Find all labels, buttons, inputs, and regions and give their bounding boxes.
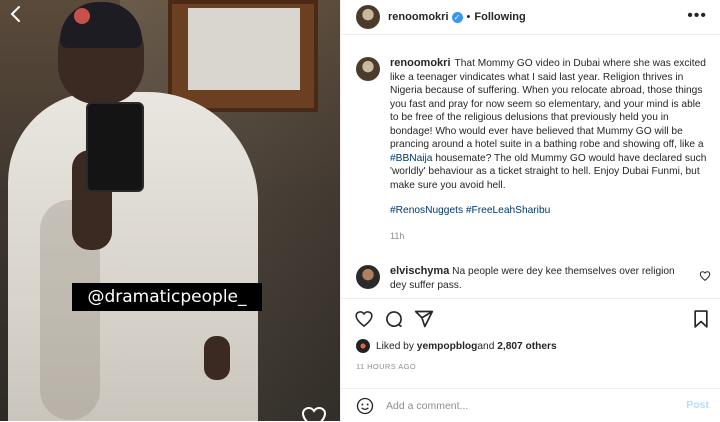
caption-time[interactable]: 11h bbox=[390, 230, 708, 244]
wall-picture-frame bbox=[168, 0, 318, 112]
caption-hashtag-link[interactable]: #BBNaija bbox=[390, 153, 432, 164]
chevron-left-icon[interactable] bbox=[6, 4, 26, 24]
person-hand bbox=[204, 336, 230, 380]
heart-icon[interactable] bbox=[354, 309, 374, 329]
header-username[interactable]: renoomokri bbox=[388, 11, 449, 23]
avatar[interactable] bbox=[356, 57, 380, 81]
heart-outline-icon[interactable] bbox=[300, 404, 328, 421]
comment-body: elvischyma Na people were dey kee themse… bbox=[390, 265, 690, 292]
comment-icon[interactable] bbox=[384, 309, 404, 329]
caption-body: renoomokri That Mommy GO video in Dubai w… bbox=[390, 57, 708, 243]
add-comment-bar: Post bbox=[341, 388, 720, 422]
comments-area: renoomokri That Mommy GO video in Dubai w… bbox=[341, 35, 720, 297]
post-comment-button[interactable]: Post bbox=[686, 399, 709, 411]
comment-like-heart-icon[interactable] bbox=[699, 269, 711, 281]
mobile-phone bbox=[86, 102, 144, 192]
post-timestamp[interactable]: 11 HOURS AGO bbox=[356, 362, 416, 371]
avatar[interactable] bbox=[356, 265, 380, 289]
beanie-logo bbox=[74, 8, 90, 24]
likes-prefix: Liked by bbox=[376, 340, 414, 352]
header-separator: • bbox=[466, 11, 471, 23]
comment-input[interactable] bbox=[384, 398, 678, 413]
caption: renoomokri That Mommy GO video in Dubai w… bbox=[356, 57, 711, 243]
likes-middle: and bbox=[477, 340, 495, 352]
likes-others-link[interactable]: 2,807 others bbox=[497, 341, 556, 352]
bookmark-icon[interactable] bbox=[691, 309, 711, 329]
more-horizontal-icon[interactable]: ••• bbox=[687, 8, 707, 24]
following-button[interactable]: Following bbox=[474, 11, 525, 23]
post-header: renoomokri ✓ • Following ••• bbox=[341, 0, 720, 35]
likes-user-link[interactable]: yempopblog bbox=[417, 341, 478, 352]
verified-badge-icon: ✓ bbox=[451, 11, 463, 23]
post-details-panel: renoomokri ✓ • Following ••• renoomokri T… bbox=[340, 0, 720, 421]
comment-username[interactable]: elvischyma bbox=[390, 265, 449, 277]
avatar[interactable] bbox=[356, 5, 380, 29]
caption-username[interactable]: renoomokri bbox=[390, 57, 451, 69]
watermark-label: @dramaticpeople_ bbox=[72, 283, 262, 311]
instagram-post: @dramaticpeople_ renoomokri ✓ • Followin… bbox=[0, 0, 720, 421]
comment-item: elvischyma Na people were dey kee themse… bbox=[356, 265, 711, 292]
caption-text: That Mommy GO video in Dubai where she w… bbox=[390, 58, 706, 150]
action-bar bbox=[341, 298, 720, 335]
post-media[interactable]: @dramaticpeople_ bbox=[0, 0, 340, 421]
avatar[interactable] bbox=[356, 339, 370, 353]
caption-text-continued: housemate? The old Mummy GO would have d… bbox=[390, 152, 707, 191]
likes-summary: Liked by yempopblog and 2,807 others bbox=[356, 338, 557, 354]
hashtag-links[interactable]: #RenosNuggets #FreeLeahSharibu bbox=[390, 204, 708, 218]
paper-plane-icon[interactable] bbox=[414, 309, 434, 329]
smiley-icon[interactable] bbox=[356, 397, 374, 415]
